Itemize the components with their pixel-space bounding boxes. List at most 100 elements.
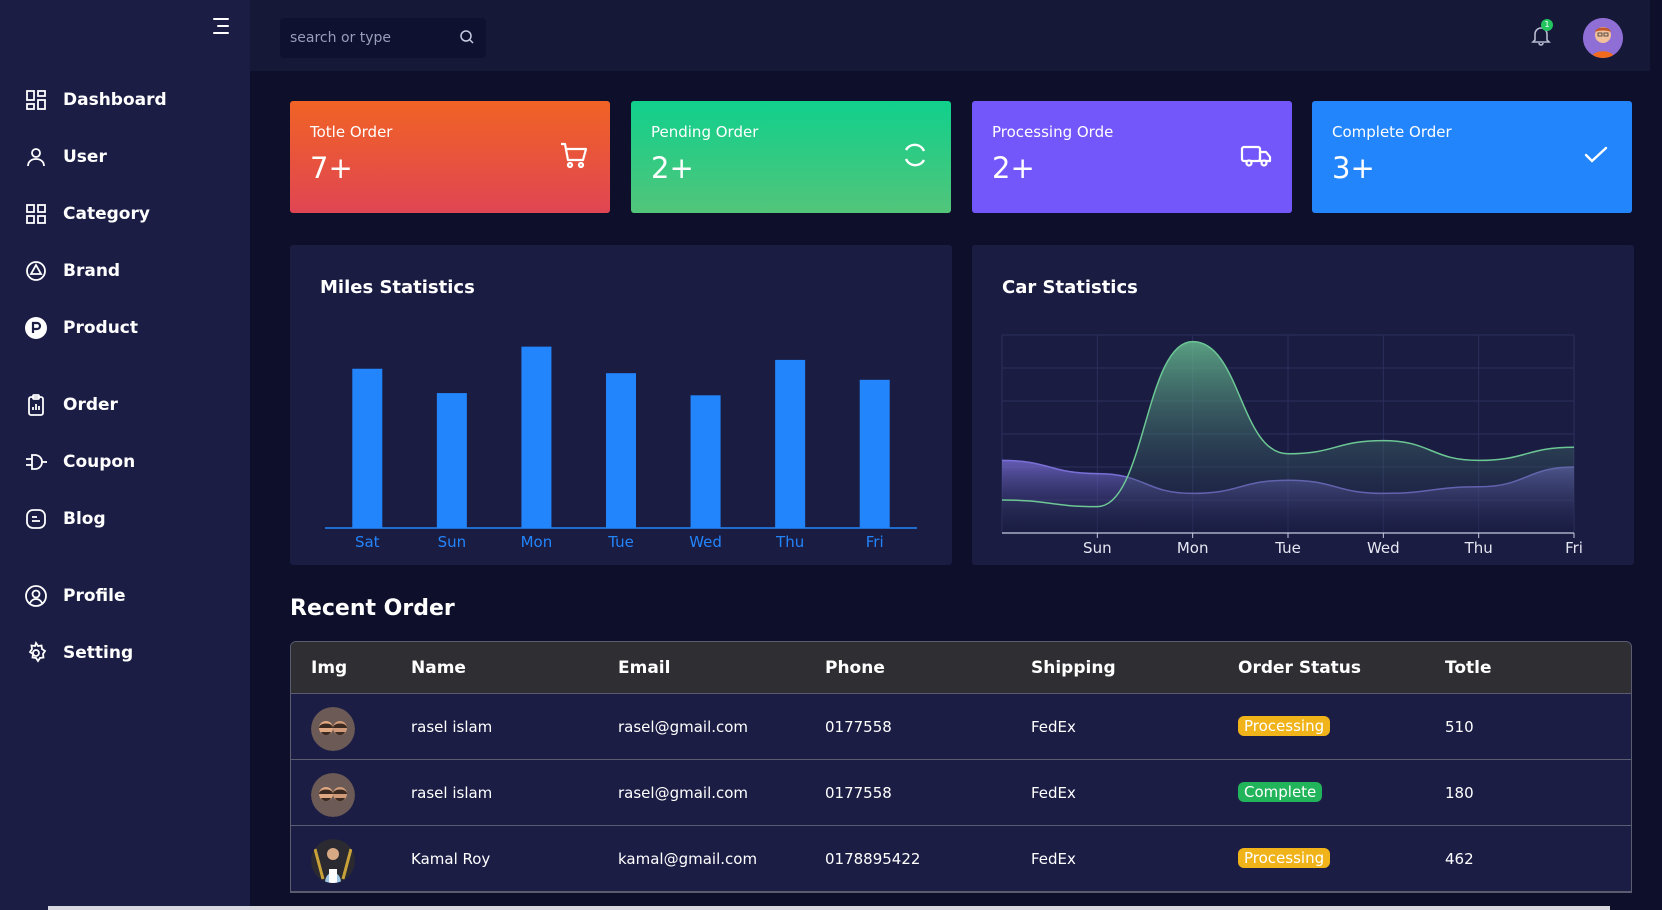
sidebar-item-label: Product (63, 318, 138, 338)
sidebar-item-label: Coupon (63, 452, 136, 472)
sidebar-item-label: Brand (63, 261, 121, 281)
card-title: Totle Order (310, 123, 393, 141)
bar-fri (859, 379, 890, 528)
card-title: Complete Order (1332, 123, 1452, 141)
customer-phone: 0177558 (825, 718, 892, 736)
sidebar-item-product[interactable]: Product (24, 313, 138, 343)
sidebar-item-label: Setting (63, 643, 134, 663)
product-p-icon (24, 316, 48, 340)
card-value: 3+ (1332, 151, 1375, 185)
column-header: Email (618, 658, 671, 678)
sidebar-item-blog[interactable]: Blog (24, 504, 106, 534)
x-tick-label: Thu (1464, 539, 1493, 557)
sidebar-item-label: Profile (63, 586, 126, 606)
user-avatar[interactable] (1583, 18, 1623, 58)
status-badge: Complete (1238, 782, 1323, 802)
sidebar-item-profile[interactable]: Profile (24, 581, 125, 611)
customer-avatar (311, 773, 355, 817)
page-scrollbar[interactable] (1652, 71, 1662, 910)
x-tick-label: Thu (775, 533, 804, 551)
sidebar-item-label: Category (63, 204, 150, 224)
clipboard-icon (24, 393, 48, 417)
search-box (280, 18, 486, 58)
x-tick-label: Sat (355, 533, 380, 551)
customer-phone: 0178895422 (825, 850, 921, 868)
column-header: Phone (825, 658, 885, 678)
sidebar-item-brand[interactable]: Brand (24, 256, 120, 286)
bar-sat (352, 368, 383, 528)
menu-toggle-icon[interactable] (210, 16, 232, 36)
horizontal-scrollbar[interactable] (48, 906, 1610, 910)
x-tick-label: Sun (1083, 539, 1112, 557)
car-area-chart: Sun Mon Tue Wed Thu Fri (1001, 334, 1583, 557)
processing-order-card: Processing Orde 2+ (972, 101, 1292, 213)
order-total: 510 (1445, 718, 1474, 736)
column-header: Img (311, 658, 348, 678)
column-header: Order Status (1238, 658, 1362, 678)
order-total: 180 (1445, 784, 1474, 802)
sidebar-item-label: Dashboard (63, 90, 167, 110)
x-tick-label: Mon (1177, 539, 1209, 557)
card-value: 7+ (310, 151, 353, 185)
x-tick-label: Wed (689, 533, 722, 551)
refresh-icon (899, 139, 931, 171)
bar-sun (436, 393, 467, 528)
pending-order-card: Pending Order 2+ (631, 101, 951, 213)
category-grid-icon (24, 202, 48, 226)
sidebar-item-dashboard[interactable]: Dashboard (24, 85, 167, 115)
x-tick-label: Mon (521, 533, 553, 551)
card-value: 2+ (992, 151, 1035, 185)
truck-icon (1240, 139, 1272, 171)
customer-email: rasel@gmail.com (618, 784, 749, 802)
customer-name: Kamal Roy (411, 850, 491, 868)
x-tick-label: Fri (866, 533, 884, 551)
table-row[interactable]: Kamal Roy kamal@gmail.com 0178895422 Fed… (291, 826, 1631, 892)
recent-order-table: Img Name Email Phone Shipping Order Stat… (290, 641, 1632, 893)
x-tick-label: Wed (1367, 539, 1400, 557)
check-icon (1580, 139, 1612, 171)
sidebar-item-user[interactable]: User (24, 142, 107, 172)
customer-phone: 0177558 (825, 784, 892, 802)
cart-icon (558, 139, 590, 171)
sidebar-item-setting[interactable]: Setting (24, 638, 133, 668)
bar-thu (775, 359, 806, 528)
user-icon (24, 145, 48, 169)
customer-avatar (311, 839, 355, 883)
profile-circle-icon (24, 584, 48, 608)
status-badge: Processing (1238, 716, 1331, 736)
customer-name: rasel islam (411, 784, 493, 802)
column-header: Shipping (1031, 658, 1116, 678)
miles-statistics-panel: Miles Statistics Sat Sun Mon Tue Wed Thu Fri (290, 245, 952, 565)
table-row[interactable]: rasel islam rasel@gmail.com 0177558 FedE… (291, 694, 1631, 760)
blog-icon (24, 507, 48, 531)
table-row[interactable]: rasel islam rasel@gmail.com 0177558 FedE… (291, 760, 1631, 826)
customer-email: kamal@gmail.com (618, 850, 758, 868)
status-badge: Processing (1238, 848, 1331, 868)
bar-wed (690, 395, 721, 528)
shipping-method: FedEx (1031, 718, 1076, 736)
x-tick-label: Sun (438, 533, 467, 551)
sidebar-item-order[interactable]: Order (24, 390, 118, 420)
x-tick-label: Fri (1565, 539, 1583, 557)
sidebar-item-coupon[interactable]: Coupon (24, 447, 135, 477)
column-header: Totle (1445, 658, 1492, 678)
bar-tue (606, 373, 636, 528)
x-tick-label: Tue (607, 533, 634, 551)
order-total: 462 (1445, 850, 1474, 868)
notification-badge: 1 (1541, 19, 1553, 31)
sidebar-item-category[interactable]: Category (24, 199, 150, 229)
car-statistics-panel: Car Statistics Sun Mon Tue Wed Thu Fri (972, 245, 1634, 565)
search-icon[interactable] (458, 28, 476, 46)
coupon-icon (24, 450, 48, 474)
column-header: Name (411, 658, 466, 678)
gear-icon (24, 641, 48, 665)
total-order-card: Totle Order 7+ (290, 101, 610, 213)
card-title: Processing Orde (992, 123, 1114, 141)
sidebar-item-label: Order (63, 395, 118, 415)
miles-bar-chart: Sat Sun Mon Tue Wed Thu Fri (325, 346, 917, 551)
search-input[interactable] (290, 28, 450, 48)
shipping-method: FedEx (1031, 850, 1076, 868)
complete-order-card: Complete Order 3+ (1312, 101, 1632, 213)
customer-email: rasel@gmail.com (618, 718, 749, 736)
x-tick-label: Tue (1274, 539, 1301, 557)
